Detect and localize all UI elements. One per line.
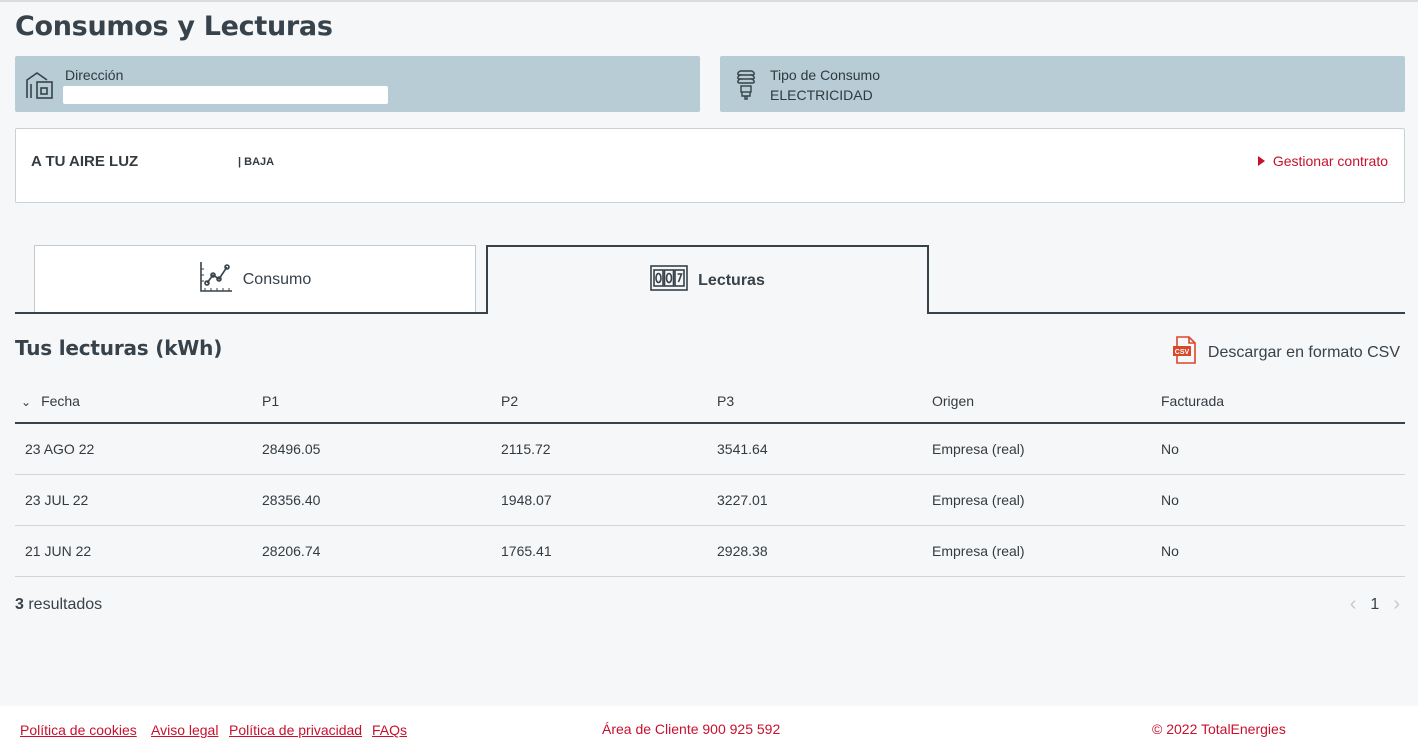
chevron-left-icon[interactable]: ‹ xyxy=(1350,593,1357,616)
column-header-origen: Origen xyxy=(932,380,1161,424)
cell-fecha: 23 AGO 22 xyxy=(15,423,262,475)
contract-status: | BAJA xyxy=(238,156,275,168)
building-icon xyxy=(25,70,55,105)
readings-title: Tus lecturas (kWh) xyxy=(15,336,223,360)
footer-link-cookies[interactable]: Política de cookies xyxy=(20,722,137,738)
cell-p1: 28206.74 xyxy=(262,525,501,577)
cell-p3: 2928.38 xyxy=(717,525,932,577)
cell-facturada: No xyxy=(1161,525,1405,577)
tab-lecturas[interactable]: Lecturas xyxy=(486,245,929,314)
chevron-down-icon: ⌄ xyxy=(21,395,32,410)
footer-phone: Área de Cliente 900 925 592 xyxy=(602,721,781,737)
meter-counter-icon xyxy=(650,265,688,296)
cell-origen: Empresa (real) xyxy=(932,525,1161,577)
tab-lecturas-label: Lecturas xyxy=(698,271,765,289)
column-header-p3: P3 xyxy=(717,380,932,424)
cell-origen: Empresa (real) xyxy=(932,423,1161,475)
csv-file-icon: CSV xyxy=(1172,336,1198,369)
page-title: Consumos y Lecturas xyxy=(15,11,333,42)
address-card: Dirección xyxy=(15,56,700,112)
consumption-type-card: Tipo de Consumo ELECTRICIDAD xyxy=(720,56,1405,112)
table-header-row: ⌄ Fecha P1 P2 P3 Origen Facturada xyxy=(15,380,1405,424)
cell-p3: 3541.64 xyxy=(717,423,932,475)
footer-link-privacidad[interactable]: Política de privacidad xyxy=(229,722,362,738)
results-number: 3 xyxy=(15,596,24,613)
column-header-fecha-label: Fecha xyxy=(41,392,80,409)
lightbulb-icon xyxy=(736,69,756,106)
footer-link-aviso-legal[interactable]: Aviso legal xyxy=(151,722,218,738)
cell-p2: 1765.41 xyxy=(501,525,717,577)
table-row: 23 AGO 22 28496.05 2115.72 3541.64 Empre… xyxy=(15,423,1405,475)
pagination: ‹ 1 › xyxy=(1350,593,1400,616)
cell-facturada: No xyxy=(1161,474,1405,526)
cell-fecha: 23 JUL 22 xyxy=(15,474,262,526)
cell-p2: 2115.72 xyxy=(501,423,717,475)
footer-copyright: © 2022 TotalEnergies xyxy=(1152,721,1286,737)
address-label: Dirección xyxy=(65,67,124,83)
top-divider xyxy=(0,0,1418,2)
play-arrow-icon xyxy=(1257,156,1265,166)
svg-text:CSV: CSV xyxy=(1175,349,1190,356)
consumption-type-value: ELECTRICIDAD xyxy=(770,87,873,103)
contract-name: A TU AIRE LUZ xyxy=(31,153,139,170)
manage-contract-link[interactable]: Gestionar contrato xyxy=(1257,153,1388,169)
table-row: 23 JUL 22 28356.40 1948.07 3227.01 Empre… xyxy=(15,474,1405,526)
page-number[interactable]: 1 xyxy=(1370,596,1379,614)
results-count: 3 resultados xyxy=(15,596,102,614)
tab-consumo[interactable]: Consumo xyxy=(34,245,476,313)
cell-origen: Empresa (real) xyxy=(932,474,1161,526)
cell-p2: 1948.07 xyxy=(501,474,717,526)
footer-link-faqs[interactable]: FAQs xyxy=(372,722,407,738)
tab-consumo-label: Consumo xyxy=(242,270,312,288)
column-header-p1: P1 xyxy=(262,380,501,424)
line-chart-icon xyxy=(199,261,233,298)
cell-facturada: No xyxy=(1161,423,1405,475)
table-row: 21 JUN 22 28206.74 1765.41 2928.38 Empre… xyxy=(15,525,1405,577)
column-header-p2: P2 xyxy=(501,380,717,424)
results-label: resultados xyxy=(23,596,103,613)
redacted-address xyxy=(63,86,388,104)
cell-p1: 28496.05 xyxy=(262,423,501,475)
footer: Política de cookies Aviso legal Política… xyxy=(0,706,1418,745)
cell-p3: 3227.01 xyxy=(717,474,932,526)
cell-p1: 28356.40 xyxy=(262,474,501,526)
manage-contract-label: Gestionar contrato xyxy=(1272,153,1388,169)
chevron-right-icon[interactable]: › xyxy=(1393,593,1400,616)
consumption-type-label: Tipo de Consumo xyxy=(770,67,880,83)
column-header-facturada: Facturada xyxy=(1161,380,1405,424)
download-csv-label: Descargar en formato CSV xyxy=(1207,343,1400,361)
cell-fecha: 21 JUN 22 xyxy=(15,525,262,577)
redacted-contract-id xyxy=(149,153,239,171)
contract-card: A TU AIRE LUZ | BAJA Gestionar contrato xyxy=(15,128,1405,203)
readings-table: ⌄ Fecha P1 P2 P3 Origen Facturada 23 AGO … xyxy=(15,380,1405,577)
download-csv-button[interactable]: CSV Descargar en formato CSV xyxy=(1172,336,1400,369)
column-header-fecha[interactable]: ⌄ Fecha xyxy=(15,380,262,424)
